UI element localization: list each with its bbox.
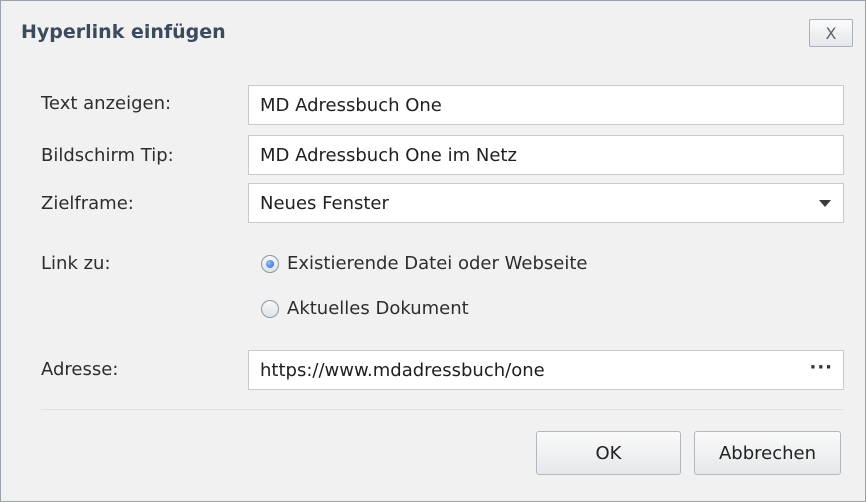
address-field-value: https://www.mdadressbuch/one — [260, 359, 545, 381]
text-field[interactable]: MD Adressbuch One — [248, 85, 844, 125]
target-label: Zielframe: — [41, 193, 134, 214]
radio-current-document[interactable]: Aktuelles Dokument — [261, 298, 469, 319]
tip-label: Bildschirm Tip: — [41, 145, 174, 166]
chevron-down-icon[interactable] — [819, 200, 831, 207]
hyperlink-dialog: Hyperlink einfügen X Text anzeigen: MD A… — [0, 0, 866, 502]
dialog-title: Hyperlink einfügen — [21, 21, 226, 43]
ellipsis-icon[interactable]: ··· — [809, 357, 833, 378]
radio-current-document-label: Aktuelles Dokument — [287, 298, 469, 319]
address-label: Adresse: — [41, 359, 119, 380]
ok-button[interactable]: OK — [536, 431, 681, 475]
divider — [41, 409, 843, 410]
radio-existing-file[interactable]: Existierende Datei oder Webseite — [261, 253, 587, 274]
radio-button-unchecked[interactable] — [261, 299, 279, 318]
close-button[interactable]: X — [809, 19, 853, 47]
target-select-value: Neues Fenster — [260, 192, 389, 214]
tip-field[interactable]: MD Adressbuch One im Netz — [248, 135, 844, 175]
title-bar: Hyperlink einfügen X — [1, 1, 865, 63]
text-field-value: MD Adressbuch One — [260, 94, 442, 116]
tip-field-value: MD Adressbuch One im Netz — [260, 144, 517, 166]
address-field[interactable]: https://www.mdadressbuch/one ··· — [248, 350, 844, 390]
text-label: Text anzeigen: — [41, 93, 172, 114]
close-icon: X — [825, 23, 837, 43]
cancel-button[interactable]: Abbrechen — [694, 431, 841, 475]
radio-button-checked[interactable] — [261, 254, 279, 273]
link-label: Link zu: — [41, 253, 111, 274]
radio-existing-file-label: Existierende Datei oder Webseite — [287, 253, 588, 274]
target-select[interactable]: Neues Fenster — [248, 183, 844, 223]
